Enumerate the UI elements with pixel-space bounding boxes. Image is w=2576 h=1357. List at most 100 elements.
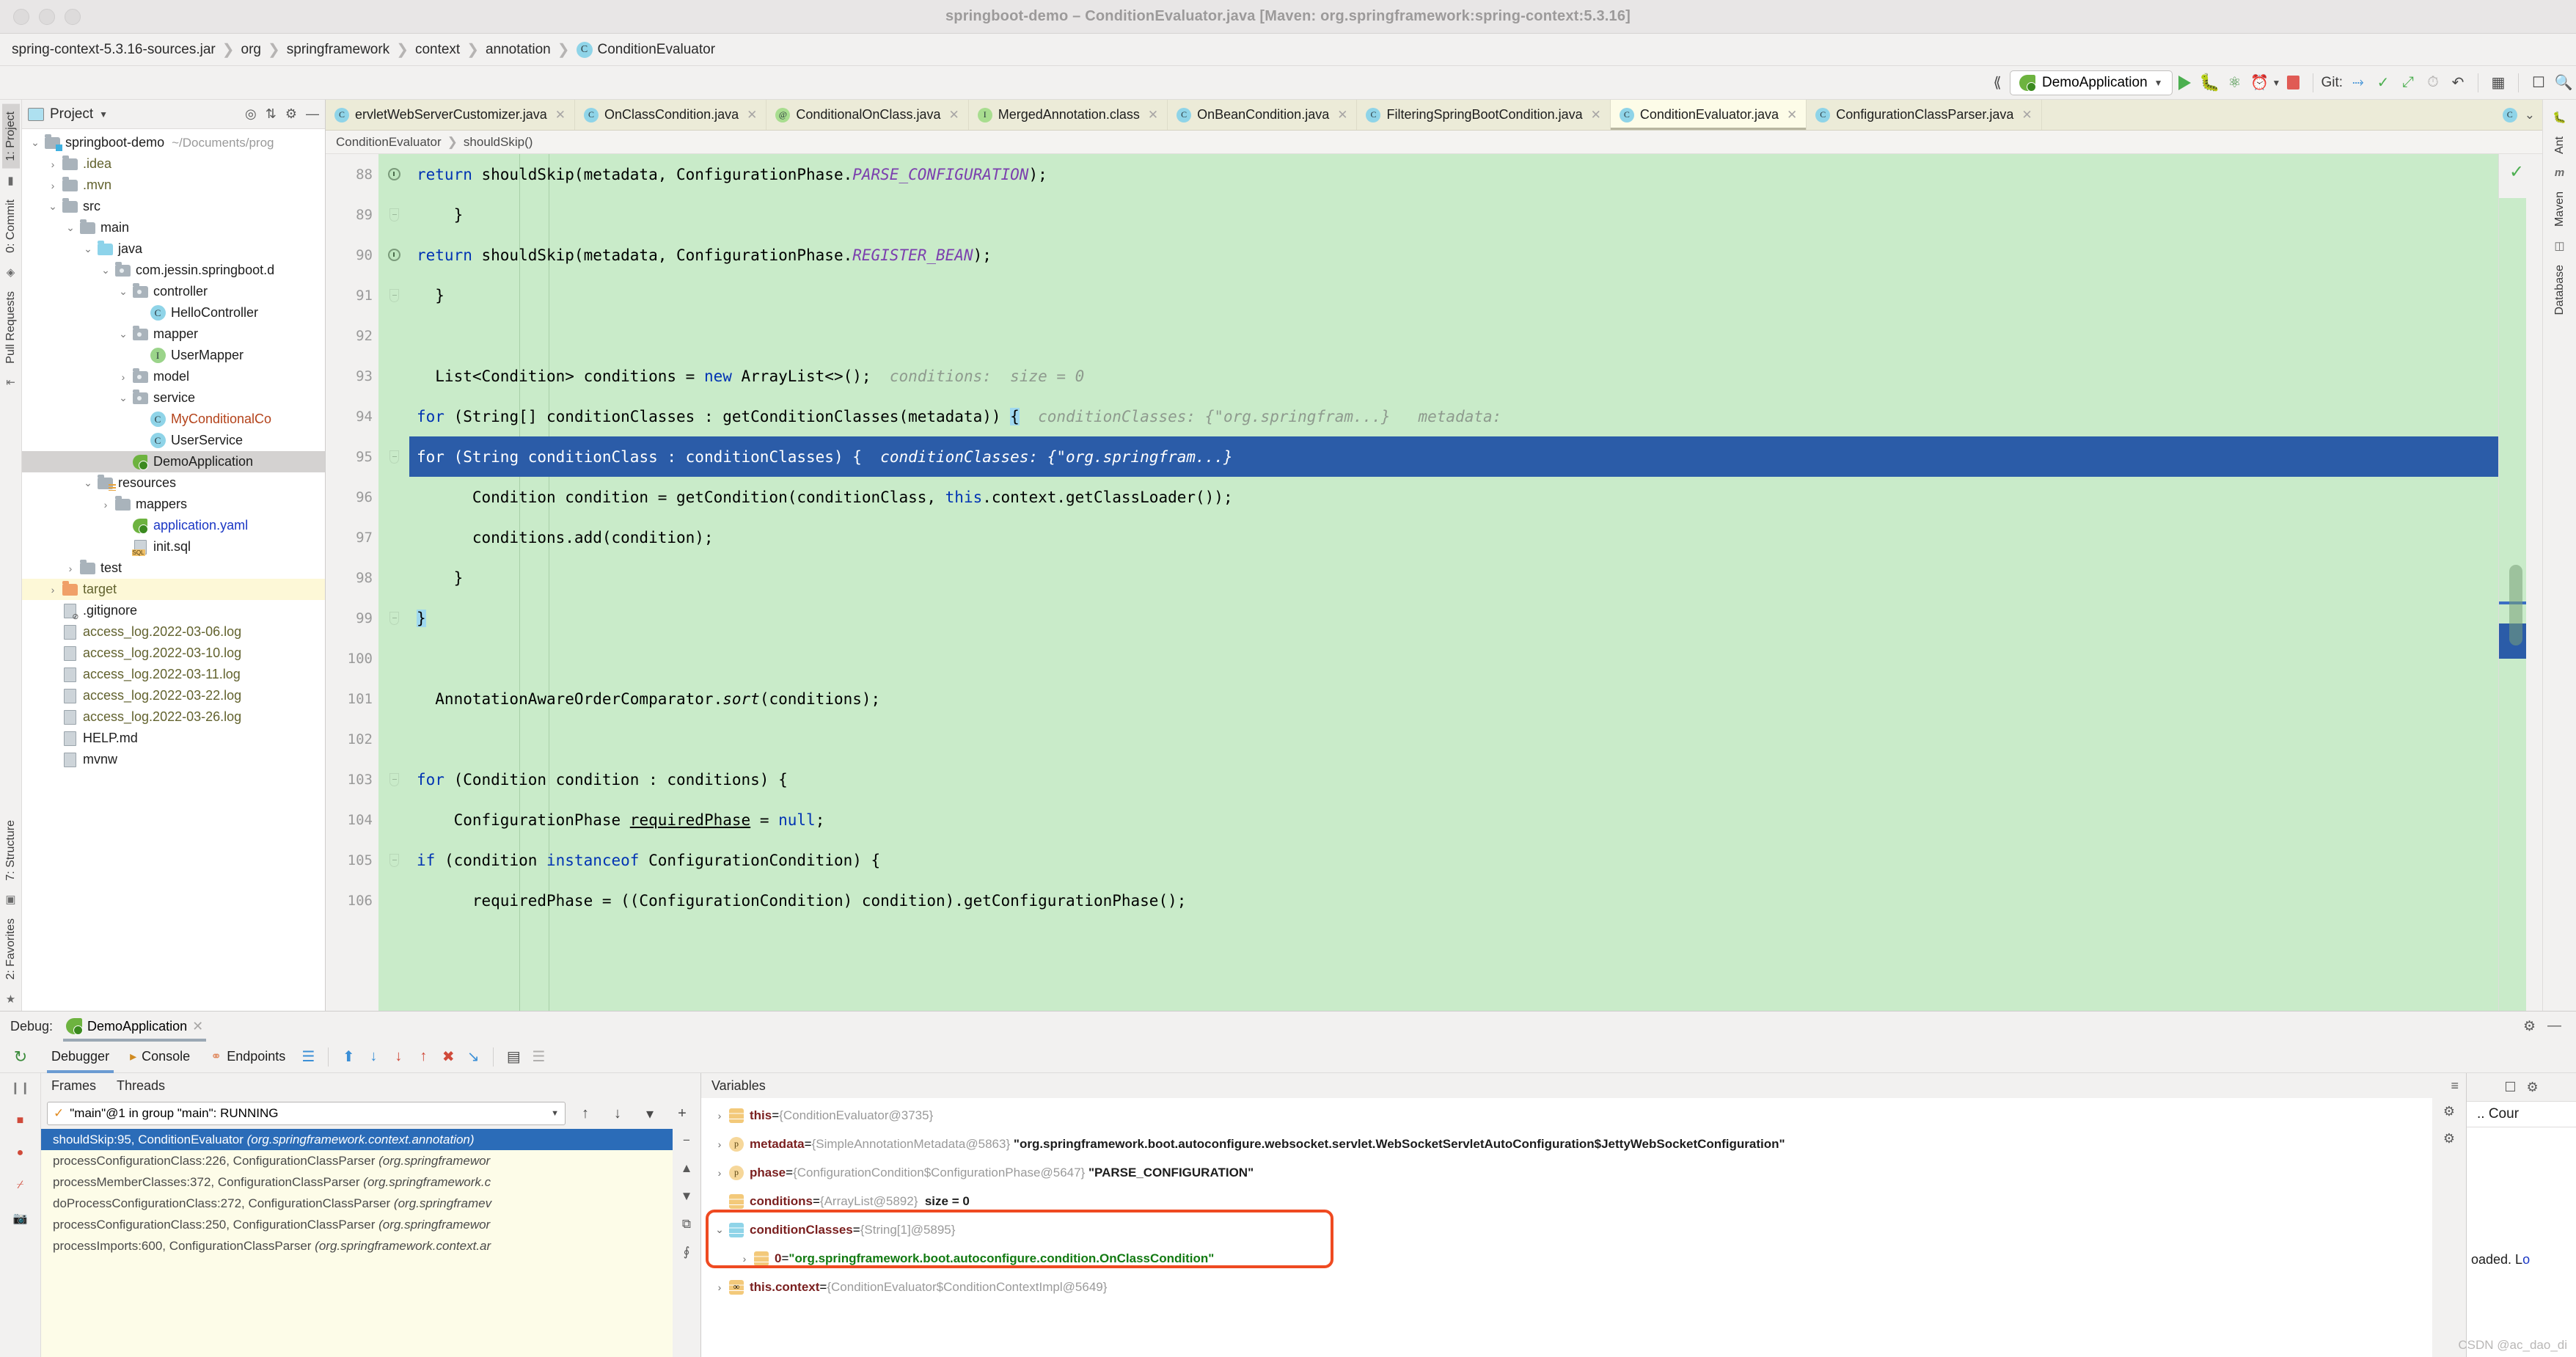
remove-icon[interactable]: − [683, 1133, 690, 1148]
tree-item-hellocontroller[interactable]: C HelloController [22, 302, 325, 323]
variable-row[interactable]: › p phase = {ConfigurationCondition$Config… [701, 1158, 2432, 1187]
tree-item-myconditionalco[interactable]: C MyConditionalCo [22, 409, 325, 430]
stop-icon[interactable]: ■ [17, 1114, 24, 1127]
collapse-all-icon[interactable]: ⇅ [266, 106, 277, 122]
move-up-icon[interactable]: ▲ [681, 1161, 693, 1176]
mute-breakpoints-icon[interactable]: ⌿ [17, 1179, 24, 1192]
sidebar-tab-maven[interactable]: Maven [2551, 184, 2569, 234]
frame-up-icon[interactable]: ↑ [573, 1101, 598, 1126]
frames-list[interactable]: shouldSkip:95, ConditionEvaluator (org.s… [41, 1129, 673, 1357]
git-commit-icon[interactable]: ✓ [2371, 70, 2396, 95]
search-everywhere-icon[interactable]: 🔍 [2551, 70, 2576, 95]
show-execution-point-icon[interactable]: ⬆ [336, 1045, 361, 1069]
code-line[interactable]: ConfigurationPhase requiredPhase = null; [409, 800, 2498, 840]
tree-item-access-log-2022-03-10-log[interactable]: access_log.2022-03-10.log [22, 643, 325, 664]
code-line[interactable]: conditions.add(condition); [409, 517, 2498, 557]
breadcrumb-class[interactable]: ConditionEvaluator [336, 135, 442, 150]
editor-right-gutter[interactable]: ✓ [2498, 154, 2542, 1011]
git-rollback-icon[interactable]: ↶ [2445, 70, 2470, 95]
threads-header[interactable]: Threads [117, 1078, 165, 1094]
chevron-right-icon[interactable]: › [116, 371, 131, 383]
close-icon[interactable]: ✕ [1591, 108, 1601, 122]
hide-panel-icon[interactable]: — [306, 106, 319, 122]
code-fold-icon[interactable] [378, 840, 409, 880]
code-line[interactable]: AnnotationAwareOrderComparator. sort (cond… [409, 678, 2498, 719]
editor-tab-ervletwebservercustomizer-java[interactable]: CervletWebServerCustomizer.java ✕ [326, 100, 576, 130]
debug-button[interactable]: 🐛 [2198, 70, 2222, 95]
frame-row[interactable]: processMemberClasses:372, ConfigurationC… [41, 1171, 673, 1193]
code-line[interactable]: if (condition instanceof ConfigurationCo… [409, 840, 2498, 880]
tree-item-usermapper[interactable]: I UserMapper [22, 345, 325, 366]
sidebar-tab-database[interactable]: Database [2551, 257, 2569, 323]
tree-item-com-jessin-springboot-d[interactable]: ⌄ com.jessin.springboot.d [22, 260, 325, 281]
chevron-down-icon[interactable]: ⌄ [116, 328, 131, 340]
force-step-into-icon[interactable]: ↑ [411, 1045, 436, 1069]
sidebar-tab-structure[interactable]: 7: Structure [2, 813, 20, 888]
chevron-right-icon[interactable]: › [710, 1110, 729, 1122]
tree-item-access-log-2022-03-22-log[interactable]: access_log.2022-03-22.log [22, 685, 325, 706]
code-editor[interactable]: 88 89 90 91 92 93 94 95 96 97 98 99 100 101 102 103 104 1… [326, 154, 2542, 1011]
variable-row[interactable]: conditions = {ArrayList@5892} size = 0 [701, 1187, 2432, 1215]
git-update-project-icon[interactable]: ⤑ [2346, 70, 2371, 95]
close-icon[interactable]: ✕ [555, 108, 566, 122]
editor-tab-onclasscondition-java[interactable]: C OnClassCondition.java ✕ [575, 100, 767, 130]
close-icon[interactable]: ✕ [192, 1019, 203, 1034]
code-fold-icon[interactable] [378, 275, 409, 315]
breadcrumb-item-jar[interactable]: spring-context-5.3.16-sources.jar [12, 42, 216, 58]
tree-item--gitignore[interactable]: .gitignore [22, 600, 325, 621]
evaluate-expression-icon[interactable]: ▤ [501, 1045, 526, 1069]
step-into-icon[interactable]: ↓ [386, 1045, 411, 1069]
breadcrumb[interactable]: spring-context-5.3.16-sources.jar ❯ org … [12, 40, 715, 59]
run-button[interactable] [2173, 70, 2198, 95]
variable-row[interactable]: ⌄ conditionClasses = {String[1]@5895} [701, 1215, 2432, 1244]
code-fold-icon[interactable] [378, 759, 409, 800]
tree-item--mvn[interactable]: › .mvn [22, 175, 325, 196]
tree-item-springboot-demo[interactable]: ⌄ springboot-demo ~/Documents/prog [22, 132, 325, 153]
chevron-down-icon[interactable]: ▼ [99, 109, 108, 120]
chevron-right-icon[interactable]: › [735, 1253, 754, 1265]
camera-icon[interactable]: 📷 [13, 1211, 28, 1226]
run-to-cursor-icon[interactable]: ↘ [461, 1045, 486, 1069]
chevron-right-icon[interactable]: › [710, 1138, 729, 1150]
chevron-down-icon[interactable]: ⌄ [2525, 108, 2535, 122]
step-out-icon[interactable]: ✖ [436, 1045, 461, 1069]
move-down-icon[interactable]: ▼ [681, 1189, 693, 1204]
breadcrumb-item-context[interactable]: context [415, 42, 460, 58]
sidebar-tab-pull-requests[interactable]: Pull Requests [2, 284, 20, 371]
close-icon[interactable]: ✕ [2021, 108, 2032, 122]
tree-item-src[interactable]: ⌄ src [22, 196, 325, 217]
tree-item--idea[interactable]: › .idea [22, 153, 325, 175]
current-execution-line[interactable]: for (String conditionClass : conditionCl… [409, 436, 2498, 477]
debug-session-tab[interactable]: DemoApplication ✕ [60, 1015, 209, 1042]
chevron-down-icon[interactable]: ⌄ [28, 136, 43, 149]
tree-item-userservice[interactable]: C UserService [22, 430, 325, 451]
editor-tab-filteringspringbootcondition-java[interactable]: C FilteringSpringBootCondition.java ✕ [1357, 100, 1611, 130]
breadcrumb-item-springframework[interactable]: springframework [287, 42, 389, 58]
code-line[interactable]: requiredPhase = ((ConfigurationCondition… [409, 880, 2498, 921]
tree-item-mapper[interactable]: ⌄ mapper [22, 323, 325, 345]
code-line[interactable]: } [409, 194, 2498, 235]
dock-tab-coverage[interactable]: .. Cour [2467, 1101, 2576, 1127]
variables-list[interactable]: › this = {ConditionEvaluator@3735} › p metad… [701, 1098, 2432, 1357]
tree-item-resources[interactable]: ⌄ resources [22, 472, 325, 494]
breadcrumb-item-class[interactable]: ConditionEvaluator [598, 42, 716, 58]
breakpoint-icon[interactable] [378, 235, 409, 275]
tree-item-init-sql[interactable]: init.sql [22, 536, 325, 557]
git-history-icon[interactable]: ⏱ [2421, 70, 2445, 95]
chevron-down-icon[interactable]: ⌄ [81, 477, 95, 489]
project-tree[interactable]: ⌄ springboot-demo ~/Documents/prog › .idea ›.… [22, 129, 325, 1011]
tree-item-mvnw[interactable]: mvnw [22, 749, 325, 770]
chevron-down-icon[interactable]: ⌄ [98, 264, 113, 277]
chevron-down-icon[interactable]: ⌄ [710, 1224, 729, 1236]
expand-variables-icon[interactable]: ≡ [2451, 1078, 2459, 1094]
tree-item-main[interactable]: ⌄ main [22, 217, 325, 238]
code-line[interactable] [409, 315, 2498, 356]
breadcrumb-item-annotation[interactable]: annotation [486, 42, 551, 58]
variable-row[interactable]: › 0 = "org.springframework.boot.autoconfi… [701, 1244, 2432, 1273]
code-line[interactable]: return shouldSkip(metadata, Configuratio… [409, 235, 2498, 275]
breakpoint-gutter[interactable] [378, 154, 409, 1011]
tree-item-test[interactable]: › test [22, 557, 325, 579]
gear-icon[interactable]: ⚙ [2443, 1131, 2455, 1146]
tree-item-access-log-2022-03-06-log[interactable]: access_log.2022-03-06.log [22, 621, 325, 643]
sidebar-tab-commit[interactable]: 0: Commit [2, 192, 20, 260]
